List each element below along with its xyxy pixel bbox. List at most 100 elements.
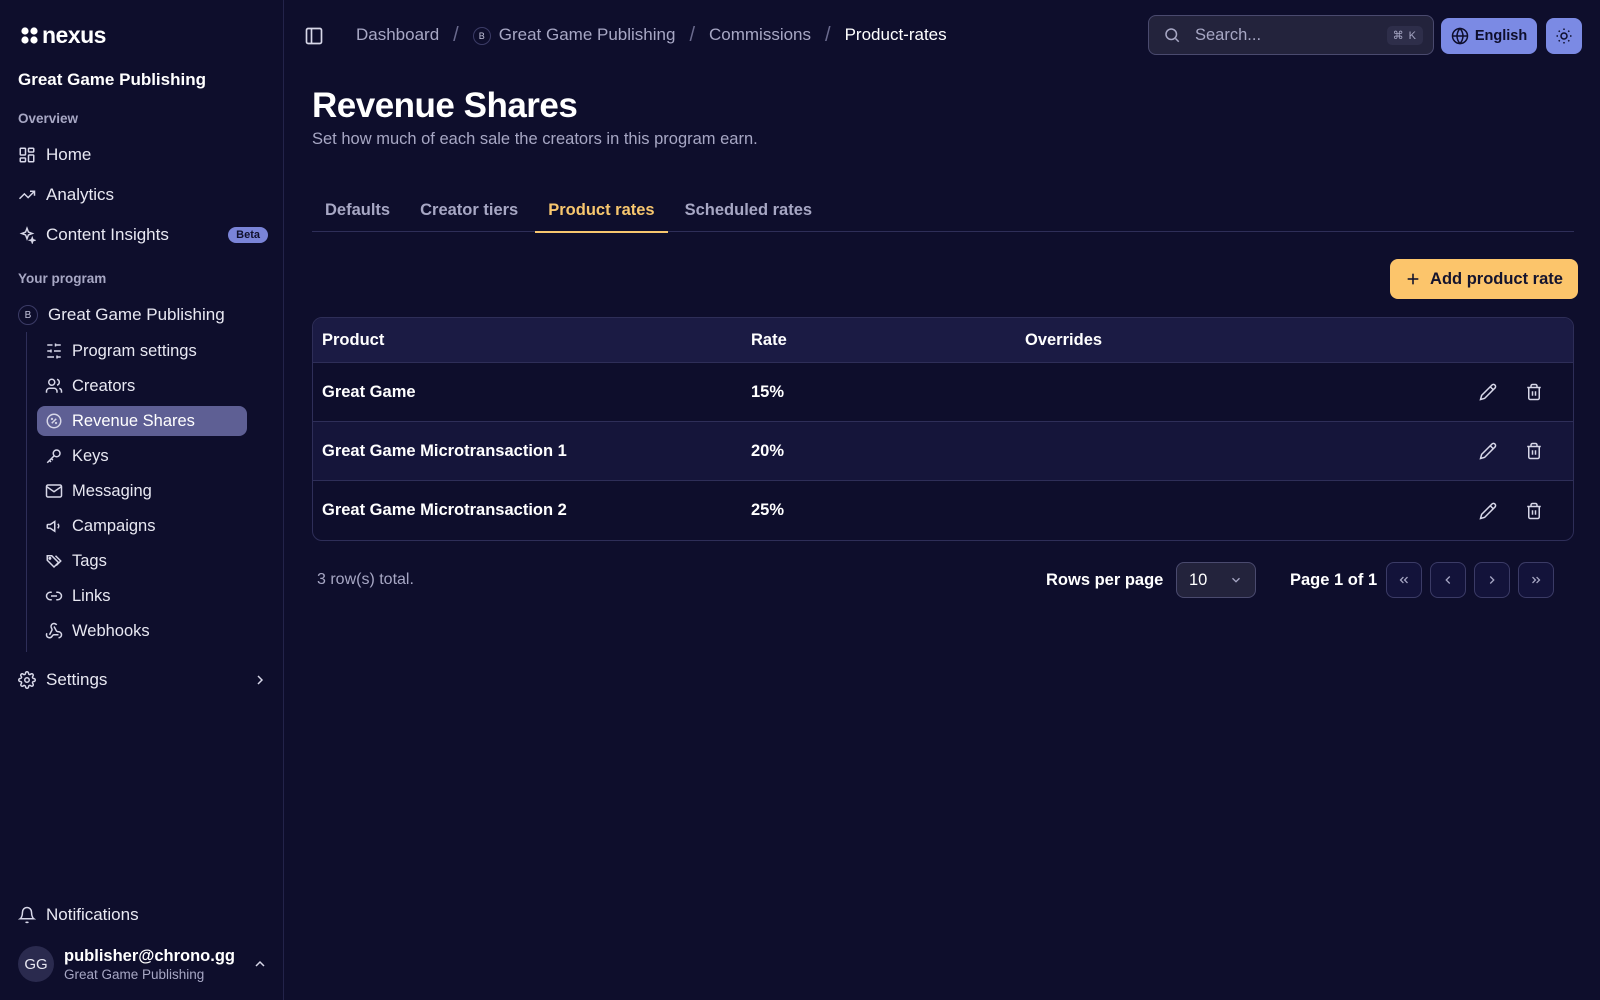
program-badge: B [18, 305, 38, 325]
cell-product: Great Game [322, 382, 416, 401]
column-header-rate: Rate [751, 330, 787, 349]
breadcrumb-separator: / [825, 23, 831, 46]
breadcrumb-dashboard[interactable]: Dashboard [356, 25, 439, 45]
link-icon [45, 591, 63, 601]
breadcrumb-program-label: Great Game Publishing [498, 25, 676, 44]
theme-toggle-button[interactable] [1546, 18, 1582, 54]
sidebar-item-label: Home [46, 145, 92, 164]
program-selector[interactable]: B Great Game Publishing [18, 299, 268, 331]
nexus-logo-icon [21, 26, 38, 44]
search-icon [1165, 28, 1180, 43]
tags-icon [46, 555, 62, 569]
cell-rate: 15% [751, 382, 785, 401]
breadcrumb-commissions[interactable]: Commissions [709, 25, 811, 45]
main-content: Dashboard / B Great Game Publishing / Com… [284, 0, 1600, 1000]
sidebar-item-label: Settings [46, 670, 108, 689]
add-product-rate-button[interactable]: Add product rate [1390, 259, 1578, 299]
sidebar-toggle-icon[interactable] [304, 26, 324, 46]
breadcrumb-current: Product-rates [844, 25, 947, 44]
user-menu[interactable]: GG publisher@chrono.gg Great Game Publis… [18, 946, 268, 982]
previous-page-button[interactable] [1430, 562, 1466, 598]
trending-up-icon [18, 190, 36, 200]
sidebar-item-label: Creators [72, 376, 136, 395]
gear-icon [18, 671, 36, 689]
sidebar-item-label: Links [72, 586, 111, 605]
sidebar-item-label: Analytics [46, 185, 115, 204]
home-grid-icon [19, 147, 35, 163]
last-page-button[interactable] [1518, 562, 1554, 598]
search-shortcut: ⌘ K [1386, 25, 1423, 45]
sidebar-item-label: Messaging [72, 481, 152, 500]
trash-icon[interactable] [1525, 383, 1543, 401]
sidebar-item-label: Notifications [46, 905, 139, 924]
program-name: Great Game Publishing [48, 305, 225, 324]
sidebar-item-content-insights[interactable]: Content Insights Beta [18, 219, 268, 251]
mail-icon [45, 484, 63, 498]
sidebar-item-home[interactable]: Home [18, 139, 268, 171]
cell-product: Great Game Microtransaction 2 [322, 501, 567, 519]
breadcrumb-program[interactable]: B Great Game Publishing [472, 25, 676, 45]
cell-rate: 25% [751, 501, 785, 519]
trash-icon[interactable] [1525, 442, 1543, 460]
next-page-button[interactable] [1474, 562, 1510, 598]
language-button[interactable]: English [1441, 18, 1537, 54]
sidebar-item-program-settings[interactable]: Program settings [37, 336, 247, 366]
first-page-button[interactable] [1386, 562, 1422, 598]
sidebar-item-analytics[interactable]: Analytics [18, 179, 268, 211]
page-info: Page 1 of 1 [1290, 571, 1378, 589]
globe-icon [1451, 27, 1469, 45]
sidebar-item-campaigns[interactable]: Campaigns [37, 511, 247, 541]
row-actions [1463, 502, 1573, 520]
sidebar-item-label: Campaigns [72, 516, 156, 535]
nexus-logo[interactable]: nexus [20, 22, 106, 49]
page-title: Revenue Shares [312, 86, 578, 125]
sidebar-item-label: Tags [72, 551, 107, 570]
sidebar-item-label: Keys [72, 446, 109, 465]
sidebar-item-notifications[interactable]: Notifications [18, 899, 268, 931]
sidebar-item-tags[interactable]: Tags [37, 546, 247, 576]
sparkles-icon [19, 226, 36, 244]
avatar: GG [18, 946, 54, 982]
pagination: 3 row(s) total. Rows per page 10 Page 1 … [312, 562, 1574, 598]
edit-pencil-icon[interactable] [1479, 502, 1497, 520]
edit-pencil-icon[interactable] [1479, 383, 1497, 401]
chevron-left-icon [1445, 576, 1451, 584]
tab-defaults[interactable]: Defaults [312, 188, 403, 232]
table-row: Great Game Microtransaction 2 25% [313, 481, 1573, 540]
chevrons-right-icon [1532, 576, 1541, 584]
user-org: Great Game Publishing [64, 966, 205, 982]
sliders-icon [47, 343, 61, 359]
search-input[interactable]: Search... ⌘ K [1148, 15, 1434, 55]
cell-product: Great Game Microtransaction 1 [322, 441, 567, 460]
cell-rate: 20% [751, 441, 785, 460]
sidebar-item-messaging[interactable]: Messaging [37, 476, 247, 506]
breadcrumb: Dashboard / B Great Game Publishing / Com… [356, 14, 947, 56]
sidebar-item-revenue-shares[interactable]: Revenue Shares [37, 406, 247, 436]
table-row: Great Game Microtransaction 1 20% [313, 422, 1573, 481]
org-title: Great Game Publishing [18, 70, 206, 89]
tab-product-rates[interactable]: Product rates [535, 188, 668, 233]
column-header-overrides: Overrides [1025, 330, 1103, 349]
rows-per-page-value: 10 [1189, 570, 1208, 589]
bell-icon [18, 906, 36, 924]
edit-pencil-icon[interactable] [1479, 442, 1497, 460]
sidebar-item-creators[interactable]: Creators [37, 371, 247, 401]
rows-per-page-select[interactable]: 10 [1176, 562, 1256, 598]
logo-text: nexus [42, 22, 106, 48]
chevron-right-icon [257, 675, 264, 685]
tab-scheduled-rates[interactable]: Scheduled rates [672, 188, 825, 232]
users-icon [45, 378, 63, 393]
program-section-label: Your program [18, 271, 107, 286]
sidebar: nexus Great Game Publishing Overview Hom… [0, 0, 284, 1000]
add-product-rate-label: Add product rate [1430, 269, 1563, 288]
sidebar-item-links[interactable]: Links [37, 581, 247, 611]
sidebar-item-keys[interactable]: Keys [37, 441, 247, 471]
sidebar-item-settings[interactable]: Settings [18, 664, 268, 696]
column-header-product: Product [322, 330, 385, 349]
breadcrumb-separator: / [689, 23, 695, 46]
sidebar-item-webhooks[interactable]: Webhooks [37, 616, 247, 646]
chevrons-left-icon [1399, 576, 1408, 584]
table-row: Great Game 15% [313, 363, 1573, 422]
trash-icon[interactable] [1525, 502, 1543, 520]
tab-creator-tiers[interactable]: Creator tiers [407, 188, 531, 232]
